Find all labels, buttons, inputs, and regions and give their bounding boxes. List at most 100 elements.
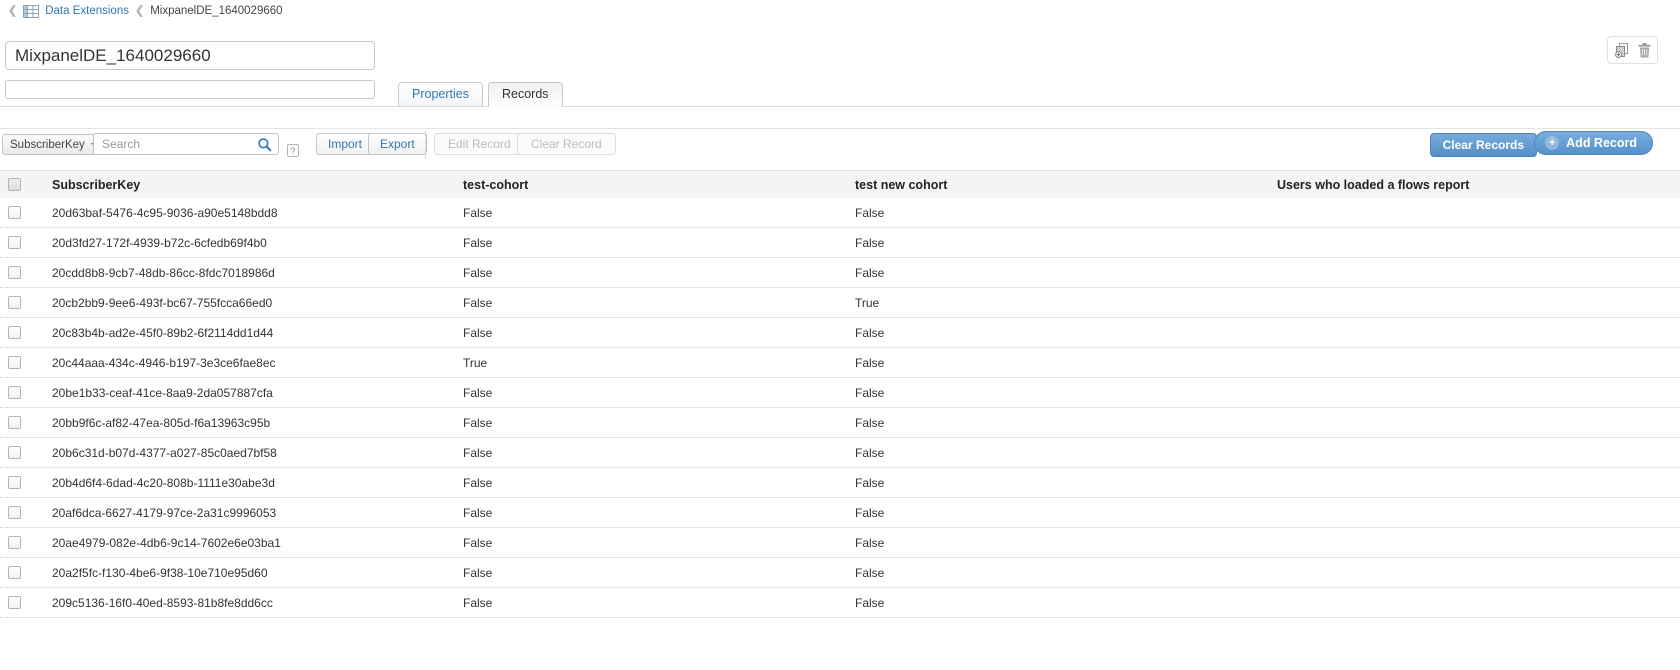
search-input[interactable] [93, 133, 279, 155]
cell-test-new-cohort: False [852, 566, 1274, 580]
search-icon[interactable] [257, 137, 272, 157]
row-checkbox[interactable] [8, 476, 21, 489]
cell-subscriberkey: 20cb2bb9-9ee6-493f-bc67-755fcca66ed0 [48, 296, 460, 310]
row-checkbox[interactable] [8, 506, 21, 519]
search-field-dropdown[interactable]: SubscriberKey [2, 134, 107, 155]
data-extension-records-page: { "breadcrumb": { "back_chevron": "❮", "… [0, 0, 1680, 670]
cell-subscriberkey: 20c44aaa-434c-4946-b197-3e3ce6fae8ec [48, 356, 460, 370]
row-checkbox[interactable] [8, 356, 21, 369]
cell-subscriberkey: 20a2f5fc-f130-4be6-9f38-10e710e95d60 [48, 566, 460, 580]
row-checkbox[interactable] [8, 236, 21, 249]
import-button[interactable]: Import [316, 133, 374, 155]
row-checkbox[interactable] [8, 206, 21, 219]
data-extension-actions [1607, 36, 1658, 64]
cell-test-new-cohort: False [852, 536, 1274, 550]
cell-test-cohort: False [460, 266, 852, 280]
table-row[interactable]: 20d63baf-5476-4c95-9036-a90e5148bdd8 Fal… [0, 198, 1680, 228]
table-row[interactable]: 20af6dca-6627-4179-97ce-2a31c9996053 Fal… [0, 498, 1680, 528]
table-row[interactable]: 20be1b33-ceaf-41ce-8aa9-2da057887cfa Fal… [0, 378, 1680, 408]
row-checkbox[interactable] [8, 536, 21, 549]
table-row[interactable]: 20a2f5fc-f130-4be6-9f38-10e710e95d60 Fal… [0, 558, 1680, 588]
cell-test-new-cohort: False [852, 206, 1274, 220]
table-header-row: SubscriberKey test-cohort test new cohor… [0, 170, 1680, 198]
column-header-users-flows-report[interactable]: Users who loaded a flows report [1274, 178, 1680, 192]
cell-test-cohort: False [460, 386, 852, 400]
row-checkbox[interactable] [8, 296, 21, 309]
cell-test-new-cohort: False [852, 506, 1274, 520]
add-record-label: Add Record [1566, 136, 1637, 150]
cell-subscriberkey: 20b4d6f4-6dad-4c20-808b-1111e30abe3d [48, 476, 460, 490]
table-row[interactable]: 20b4d6f4-6dad-4c20-808b-1111e30abe3d Fal… [0, 468, 1680, 498]
row-checkbox[interactable] [8, 386, 21, 399]
cell-test-new-cohort: False [852, 236, 1274, 250]
cell-test-cohort: False [460, 476, 852, 490]
cell-test-new-cohort: True [852, 296, 1274, 310]
clear-record-button[interactable]: Clear Record [517, 133, 616, 155]
cell-subscriberkey: 20ae4979-082e-4db6-9c14-7602e6e03ba1 [48, 536, 460, 550]
table-row[interactable]: 20c44aaa-434c-4946-b197-3e3ce6fae8ec Tru… [0, 348, 1680, 378]
search-field-dropdown-value: SubscriberKey [10, 139, 85, 151]
table-row[interactable]: 20ae4979-082e-4db6-9c14-7602e6e03ba1 Fal… [0, 528, 1680, 558]
cell-subscriberkey: 20b6c31d-b07d-4377-a027-85c0aed7bf58 [48, 446, 460, 460]
row-checkbox[interactable] [8, 326, 21, 339]
cell-test-cohort: False [460, 536, 852, 550]
cell-test-new-cohort: False [852, 386, 1274, 400]
tab-properties[interactable]: Properties [398, 82, 483, 107]
cell-test-cohort: True [460, 356, 852, 370]
back-chevron-icon[interactable]: ❮ [8, 6, 17, 17]
row-checkbox[interactable] [8, 416, 21, 429]
records-toolbar: SubscriberKey ? Import Export Edit Recor… [0, 128, 1680, 168]
cell-test-new-cohort: False [852, 476, 1274, 490]
toolbar-divider [425, 131, 426, 158]
cell-subscriberkey: 20c83b4b-ad2e-45f0-89b2-6f2114dd1d44 [48, 326, 460, 340]
row-checkbox[interactable] [8, 266, 21, 279]
cell-test-new-cohort: False [852, 416, 1274, 430]
cell-test-cohort: False [460, 416, 852, 430]
cell-subscriberkey: 209c5136-16f0-40ed-8593-81b8fe8dd6cc [48, 596, 460, 610]
tab-records[interactable]: Records [488, 82, 563, 107]
edit-record-button[interactable]: Edit Record [434, 133, 525, 155]
column-header-test-new-cohort[interactable]: test new cohort [852, 178, 1274, 192]
table-row[interactable]: 20bb9f6c-af82-47ea-805d-f6a13963c95b Fal… [0, 408, 1680, 438]
table-row[interactable]: 209c5136-16f0-40ed-8593-81b8fe8dd6cc Fal… [0, 588, 1680, 618]
select-all-checkbox[interactable] [8, 178, 21, 191]
table-row[interactable]: 20b6c31d-b07d-4377-a027-85c0aed7bf58 Fal… [0, 438, 1680, 468]
cell-test-cohort: False [460, 296, 852, 310]
trash-icon[interactable] [1638, 43, 1651, 58]
cell-test-new-cohort: False [852, 266, 1274, 280]
row-checkbox[interactable] [8, 446, 21, 459]
plus-icon: + [1545, 136, 1559, 150]
cell-subscriberkey: 20cdd8b8-9cb7-48db-86cc-8fdc7018986d [48, 266, 460, 280]
table-row[interactable]: 20cb2bb9-9ee6-493f-bc67-755fcca66ed0 Fal… [0, 288, 1680, 318]
breadcrumb-current: MixpanelDE_1640029660 [150, 5, 282, 17]
column-header-test-cohort[interactable]: test-cohort [460, 178, 852, 192]
cell-subscriberkey: 20bb9f6c-af82-47ea-805d-f6a13963c95b [48, 416, 460, 430]
clear-records-button[interactable]: Clear Records [1430, 133, 1537, 157]
breadcrumb-data-extensions-link[interactable]: Data Extensions [45, 5, 129, 17]
cell-subscriberkey: 20d3fd27-172f-4939-b72c-6cfedb69f4b0 [48, 236, 460, 250]
cell-test-cohort: False [460, 596, 852, 610]
cell-test-new-cohort: False [852, 326, 1274, 340]
breadcrumb-separator-icon: ❮ [135, 6, 144, 17]
help-icon[interactable]: ? [287, 144, 299, 157]
cell-test-new-cohort: False [852, 356, 1274, 370]
copy-icon[interactable] [1614, 42, 1630, 58]
column-header-subscriberkey[interactable]: SubscriberKey [48, 178, 460, 192]
data-extension-name-input[interactable] [5, 41, 375, 70]
cell-test-cohort: False [460, 446, 852, 460]
table-row[interactable]: 20d3fd27-172f-4939-b72c-6cfedb69f4b0 Fal… [0, 228, 1680, 258]
row-checkbox[interactable] [8, 596, 21, 609]
table-row[interactable]: 20cdd8b8-9cb7-48db-86cc-8fdc7018986d Fal… [0, 258, 1680, 288]
records-table: SubscriberKey test-cohort test new cohor… [0, 170, 1680, 618]
cell-test-new-cohort: False [852, 596, 1274, 610]
cell-test-cohort: False [460, 566, 852, 580]
table-row[interactable]: 20c83b4b-ad2e-45f0-89b2-6f2114dd1d44 Fal… [0, 318, 1680, 348]
cell-subscriberkey: 20d63baf-5476-4c95-9036-a90e5148bdd8 [48, 206, 460, 220]
cell-test-new-cohort: False [852, 446, 1274, 460]
export-button[interactable]: Export [368, 133, 427, 155]
breadcrumb: ❮ Data Extensions ❮ MixpanelDE_164002966… [8, 3, 283, 19]
data-extensions-grid-icon [23, 5, 39, 18]
row-checkbox[interactable] [8, 566, 21, 579]
table-body: 20d63baf-5476-4c95-9036-a90e5148bdd8 Fal… [0, 198, 1680, 618]
add-record-button[interactable]: + Add Record [1534, 131, 1653, 155]
